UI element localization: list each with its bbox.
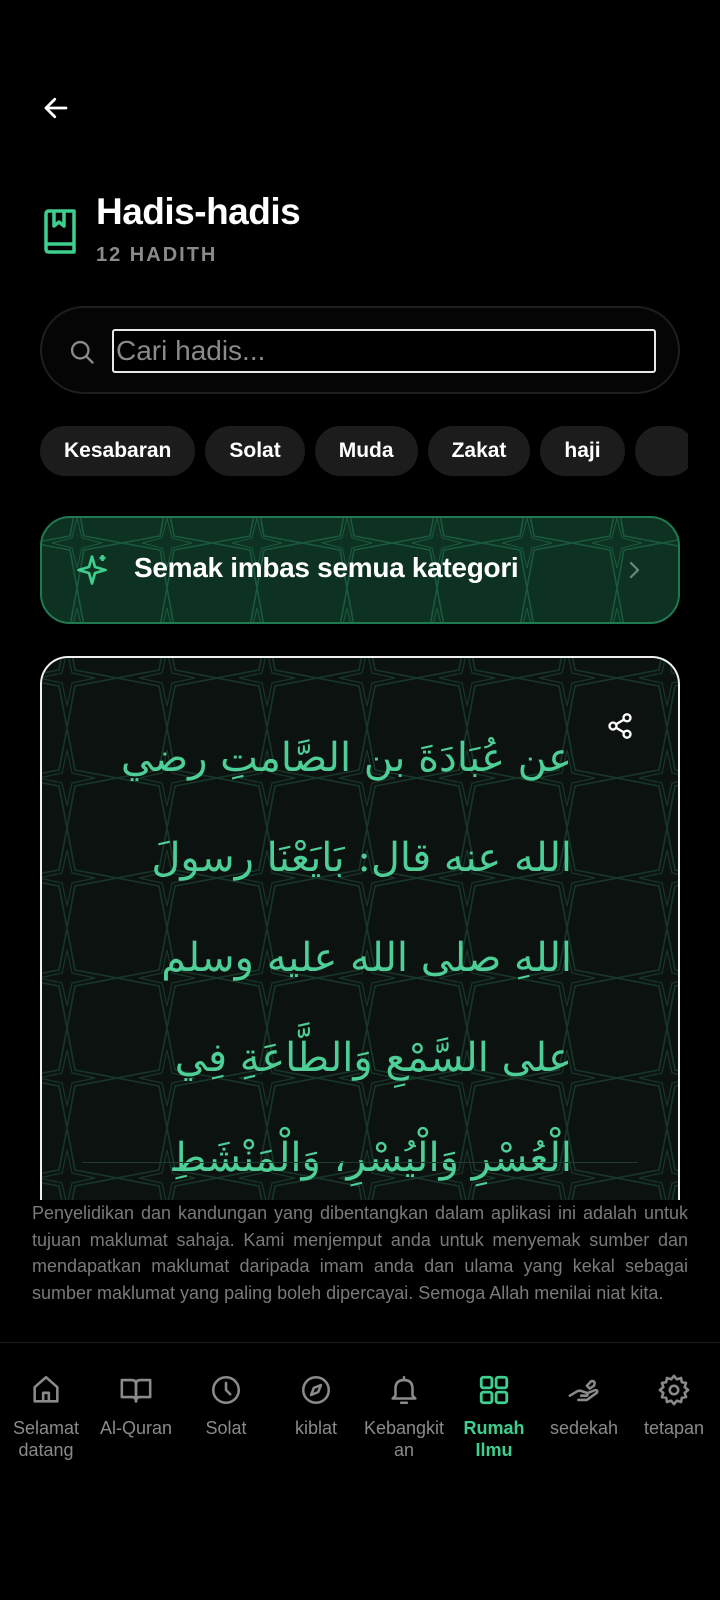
card-divider	[82, 1162, 638, 1163]
search-bar	[40, 306, 680, 394]
chip-solat[interactable]: Solat	[205, 426, 305, 476]
page-title: Hadis-hadis	[96, 191, 301, 232]
nav-item-sedekah[interactable]: sedekah	[539, 1373, 629, 1439]
nav-label: Solat	[205, 1418, 247, 1438]
nav-label: Selamat datang	[12, 1418, 80, 1460]
browse-all-categories-button[interactable]: Semak imbas semua kategori	[40, 516, 680, 624]
chip-kesabaran[interactable]: Kesabaran	[40, 426, 196, 476]
bell-icon	[391, 1375, 417, 1405]
nav-item-selamat-datang[interactable]: Selamat datang	[1, 1373, 91, 1461]
category-chips: Kesabaran Solat Muda Zakat haji	[40, 426, 688, 476]
clock-icon	[211, 1375, 241, 1405]
nav-label: Al-Quran	[99, 1418, 173, 1438]
arrow-left-icon	[44, 97, 68, 119]
nav-item-al-quran[interactable]: Al-Quran	[91, 1373, 181, 1439]
chip-muda[interactable]: Muda	[314, 426, 418, 476]
nav-label: Rumah Ilmu	[463, 1418, 525, 1460]
share-icon[interactable]	[606, 712, 634, 740]
nav-item-tetapan[interactable]: tetapan	[629, 1373, 719, 1439]
page-header: Hadis-hadis 12 HADITH	[40, 190, 301, 267]
nav-label: Kebangkitan	[363, 1418, 445, 1460]
search-icon	[70, 340, 94, 364]
back-button[interactable]	[36, 88, 76, 128]
bookmark-book-icon	[44, 209, 76, 254]
compass-icon	[301, 1375, 331, 1405]
disclaimer-text: Penyelidikan dan kandungan yang dibentan…	[32, 1203, 688, 1303]
search-input[interactable]	[112, 329, 656, 373]
nav-item-kiblat[interactable]: kiblat	[271, 1373, 361, 1439]
open-book-icon	[120, 1378, 152, 1403]
nav-item-rumah-ilmu[interactable]: Rumah Ilmu	[449, 1373, 539, 1461]
hadith-card[interactable]: عن عُبَادَةَ بن الصَّامتِ رضي الله عنه ق…	[40, 656, 680, 1200]
sparkle-icon	[77, 555, 107, 585]
nav-item-kebangkitan[interactable]: Kebangkitan	[359, 1373, 449, 1461]
grid-icon	[479, 1375, 509, 1405]
banner-label: Semak imbas semua kategori	[134, 552, 519, 583]
chip-more[interactable]	[634, 426, 688, 476]
nav-label: kiblat	[294, 1418, 338, 1438]
chevron-right-icon	[629, 561, 640, 579]
gear-icon	[658, 1374, 690, 1406]
home-icon	[33, 1375, 59, 1403]
bottom-navigation: Selamat datang Al-Quran Solat kiblat Keb…	[0, 1342, 720, 1600]
hadith-count: 12 HADITH	[96, 244, 218, 266]
giving-hand-icon	[568, 1379, 599, 1402]
chip-haji[interactable]: haji	[540, 426, 625, 476]
hadith-arabic-text: عن عُبَادَةَ بن الصَّامتِ رضي الله عنه ق…	[120, 735, 572, 1181]
nav-label: sedekah	[549, 1418, 619, 1438]
chip-zakat[interactable]: Zakat	[427, 426, 531, 476]
nav-label: tetapan	[643, 1418, 705, 1438]
nav-item-solat[interactable]: Solat	[181, 1373, 271, 1439]
